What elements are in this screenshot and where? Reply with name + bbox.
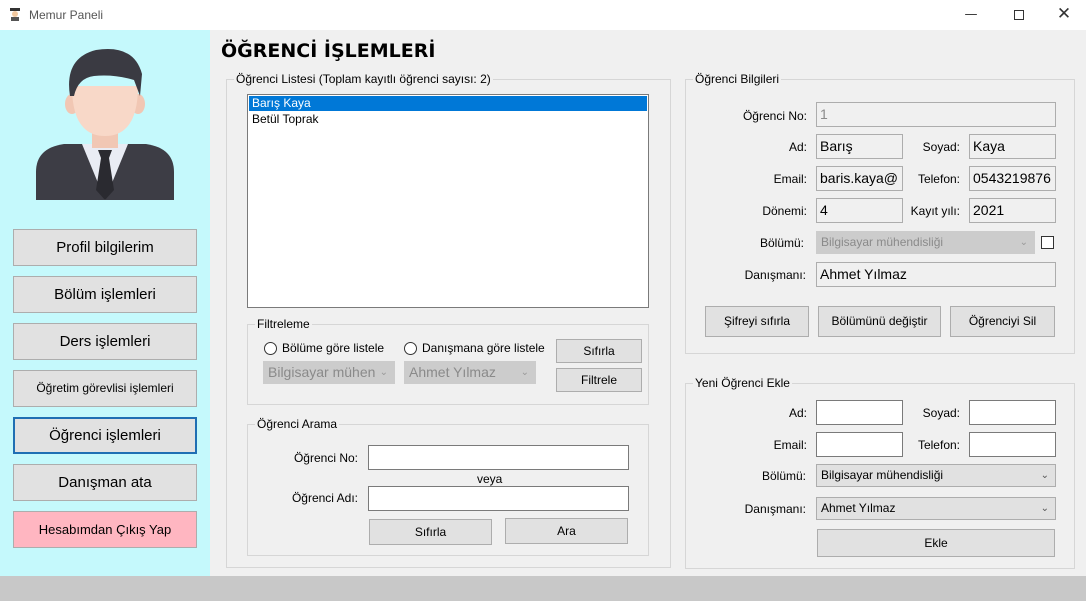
logout-button[interactable]: Hesabımdan Çıkış Yap (13, 511, 197, 548)
search-name-input[interactable] (368, 486, 629, 511)
new-student-legend: Yeni Öğrenci Ekle (693, 376, 792, 390)
new-department-label: Bölümü: (761, 469, 806, 483)
window-title: Memur Paneli (29, 8, 104, 22)
title-bar: Memur Paneli — ✕ (0, 0, 1086, 30)
advisor-radio[interactable] (404, 342, 417, 355)
new-email-input[interactable] (816, 432, 903, 457)
info-department-label: Bölümü: (759, 236, 804, 250)
change-department-button[interactable]: Bölümünü değiştir (818, 306, 941, 337)
info-name-field[interactable]: Barış (816, 134, 903, 159)
info-no-field: 1 (816, 102, 1056, 127)
new-advisor-select[interactable]: Ahmet Yılmaz ⌄ (816, 497, 1056, 520)
new-department-select[interactable]: Bilgisayar mühendisliği ⌄ (816, 464, 1056, 487)
new-phone-input[interactable] (969, 432, 1056, 457)
advisor-radio-label: Danışmana göre listele (422, 341, 545, 355)
page-title: ÖĞRENCİ İŞLEMLERİ (221, 40, 436, 62)
list-item[interactable]: Betül Toprak (249, 112, 647, 127)
chevron-down-icon: ⌄ (379, 367, 388, 378)
info-year-field[interactable]: 2021 (969, 198, 1056, 223)
delete-student-button[interactable]: Öğrenciyi Sil (950, 306, 1055, 337)
chevron-down-icon: ⌄ (1019, 237, 1028, 248)
add-student-button[interactable]: Ekle (817, 529, 1055, 557)
filter-advisor-select: Ahmet Yılmaz ⌄ (404, 361, 536, 384)
new-email-label: Email: (773, 438, 807, 452)
filter-reset-button[interactable]: Sıfırla (556, 339, 642, 363)
filter-department-select: Bilgisayar mühen ⌄ (263, 361, 395, 384)
new-surname-input[interactable] (969, 400, 1056, 425)
department-edit-checkbox[interactable] (1041, 236, 1054, 249)
info-phone-label: Telefon: (917, 172, 960, 186)
nav-student-button[interactable]: Öğrenci işlemleri (13, 417, 197, 454)
info-phone-field[interactable]: 0543219876 (969, 166, 1056, 191)
search-no-label: Öğrenci No: (293, 451, 358, 465)
student-listbox[interactable]: Barış Kaya Betül Toprak (247, 94, 649, 308)
department-radio-label: Bölüme göre listele (282, 341, 385, 355)
chevron-down-icon: ⌄ (1040, 503, 1049, 514)
list-item[interactable]: Barış Kaya (249, 96, 647, 111)
info-term-field[interactable]: 4 (816, 198, 903, 223)
info-no-label: Öğrenci No: (742, 109, 807, 123)
nav-department-button[interactable]: Bölüm işlemleri (13, 276, 197, 313)
new-surname-label: Soyad: (922, 406, 960, 420)
student-list-legend: Öğrenci Listesi (Toplam kayıtlı öğrenci … (234, 72, 493, 86)
search-reset-button[interactable]: Sıfırla (369, 519, 492, 545)
info-year-label: Kayıt yılı: (910, 204, 960, 218)
search-name-label: Öğrenci Adı: (291, 491, 358, 505)
minimize-icon[interactable]: — (948, 0, 994, 30)
chevron-down-icon: ⌄ (1040, 470, 1049, 481)
info-name-label: Ad: (788, 140, 807, 154)
info-surname-label: Soyad: (922, 140, 960, 154)
search-no-input[interactable] (368, 445, 629, 470)
info-advisor-label: Danışmanı: (744, 268, 806, 282)
status-bar (0, 576, 1086, 601)
new-name-input[interactable] (816, 400, 903, 425)
avatar-icon (36, 49, 174, 200)
info-term-label: Dönemi: (762, 204, 807, 218)
filter-apply-button[interactable]: Filtrele (556, 368, 642, 392)
info-email-field[interactable]: baris.kaya@ (816, 166, 903, 191)
nav-lecturer-button[interactable]: Öğretim görevlisi işlemleri (13, 370, 197, 407)
search-or-label: veya (477, 472, 503, 486)
reset-password-button[interactable]: Şifreyi sıfırla (705, 306, 809, 337)
new-name-label: Ad: (788, 406, 807, 420)
search-legend: Öğrenci Arama (255, 417, 340, 431)
nav-profile-button[interactable]: Profil bilgilerim (13, 229, 197, 266)
student-info-legend: Öğrenci Bilgileri (693, 72, 782, 86)
info-surname-field[interactable]: Kaya (969, 134, 1056, 159)
nav-courses-button[interactable]: Ders işlemleri (13, 323, 197, 360)
info-advisor-field[interactable]: Ahmet Yılmaz (816, 262, 1056, 287)
info-department-select: Bilgisayar mühendisliği ⌄ (816, 231, 1035, 254)
nav-advisor-button[interactable]: Danışman ata (13, 464, 197, 501)
new-advisor-label: Danışmanı: (744, 502, 806, 516)
info-email-label: Email: (773, 172, 807, 186)
department-radio[interactable] (264, 342, 277, 355)
chevron-down-icon: ⌄ (520, 367, 529, 378)
new-phone-label: Telefon: (917, 438, 960, 452)
search-button[interactable]: Ara (505, 518, 628, 544)
close-icon[interactable]: ✕ (1041, 0, 1086, 30)
maximize-icon[interactable] (996, 0, 1042, 30)
app-icon (10, 8, 20, 21)
filter-legend: Filtreleme (255, 317, 312, 331)
